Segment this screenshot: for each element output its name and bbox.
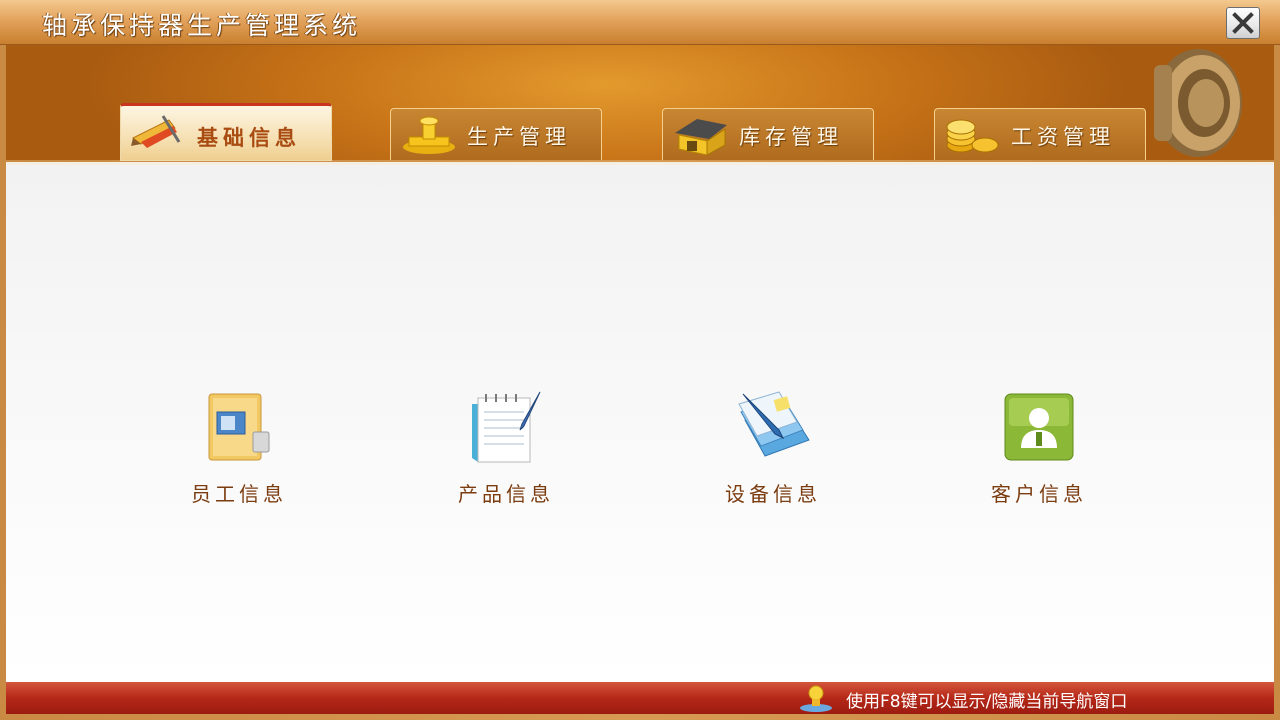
app-window: 轴承保持器生产管理系统 基础信息 生产管理 库存管理 工资管理 员工信息 产品信…	[0, 0, 1280, 720]
product-info-item[interactable]: 产品信息	[426, 390, 586, 510]
bulb-user-icon	[800, 685, 832, 712]
notepad-pen-icon	[472, 391, 541, 463]
item-label: 客户信息	[991, 482, 1087, 506]
window-title: 轴承保持器生产管理系统	[42, 11, 362, 40]
customer-avatar-icon	[1004, 393, 1074, 461]
employee-folder-icon	[208, 393, 270, 461]
documents-pen-icon	[738, 391, 810, 457]
coins-icon	[946, 119, 999, 153]
customer-info-item[interactable]: 客户信息	[959, 390, 1119, 510]
tab-inventory[interactable]: 库存管理	[662, 108, 874, 160]
close-icon	[1232, 12, 1254, 34]
item-label: 产品信息	[458, 482, 554, 506]
warehouse-icon	[675, 119, 727, 155]
employee-info-item[interactable]: 员工信息	[159, 390, 319, 510]
title-bar[interactable]: 轴承保持器生产管理系统	[0, 0, 1280, 45]
status-hint-text: 使用F8键可以显示/隐藏当前导航窗口	[846, 692, 1128, 712]
nav-header: 基础信息 生产管理 库存管理 工资管理	[6, 45, 1274, 161]
tab-payroll[interactable]: 工资管理	[934, 108, 1146, 160]
item-label: 设备信息	[725, 482, 821, 506]
content-panel: 员工信息 产品信息 设备信息 客户信息	[6, 162, 1274, 685]
pencil-ruler-icon	[131, 115, 181, 148]
tab-label: 基础信息	[197, 126, 301, 150]
tab-label: 工资管理	[1011, 125, 1115, 149]
bearing-logo-icon	[1154, 49, 1242, 157]
tab-basic-info[interactable]: 基础信息	[120, 103, 332, 161]
status-bar: 使用F8键可以显示/隐藏当前导航窗口	[6, 682, 1274, 714]
tab-label: 库存管理	[739, 125, 843, 149]
item-label: 员工信息	[191, 482, 287, 506]
close-button[interactable]	[1226, 7, 1260, 39]
tab-label: 生产管理	[467, 125, 571, 149]
stamp-icon	[403, 116, 455, 154]
equipment-info-item[interactable]: 设备信息	[693, 390, 853, 510]
tab-production[interactable]: 生产管理	[390, 108, 602, 160]
